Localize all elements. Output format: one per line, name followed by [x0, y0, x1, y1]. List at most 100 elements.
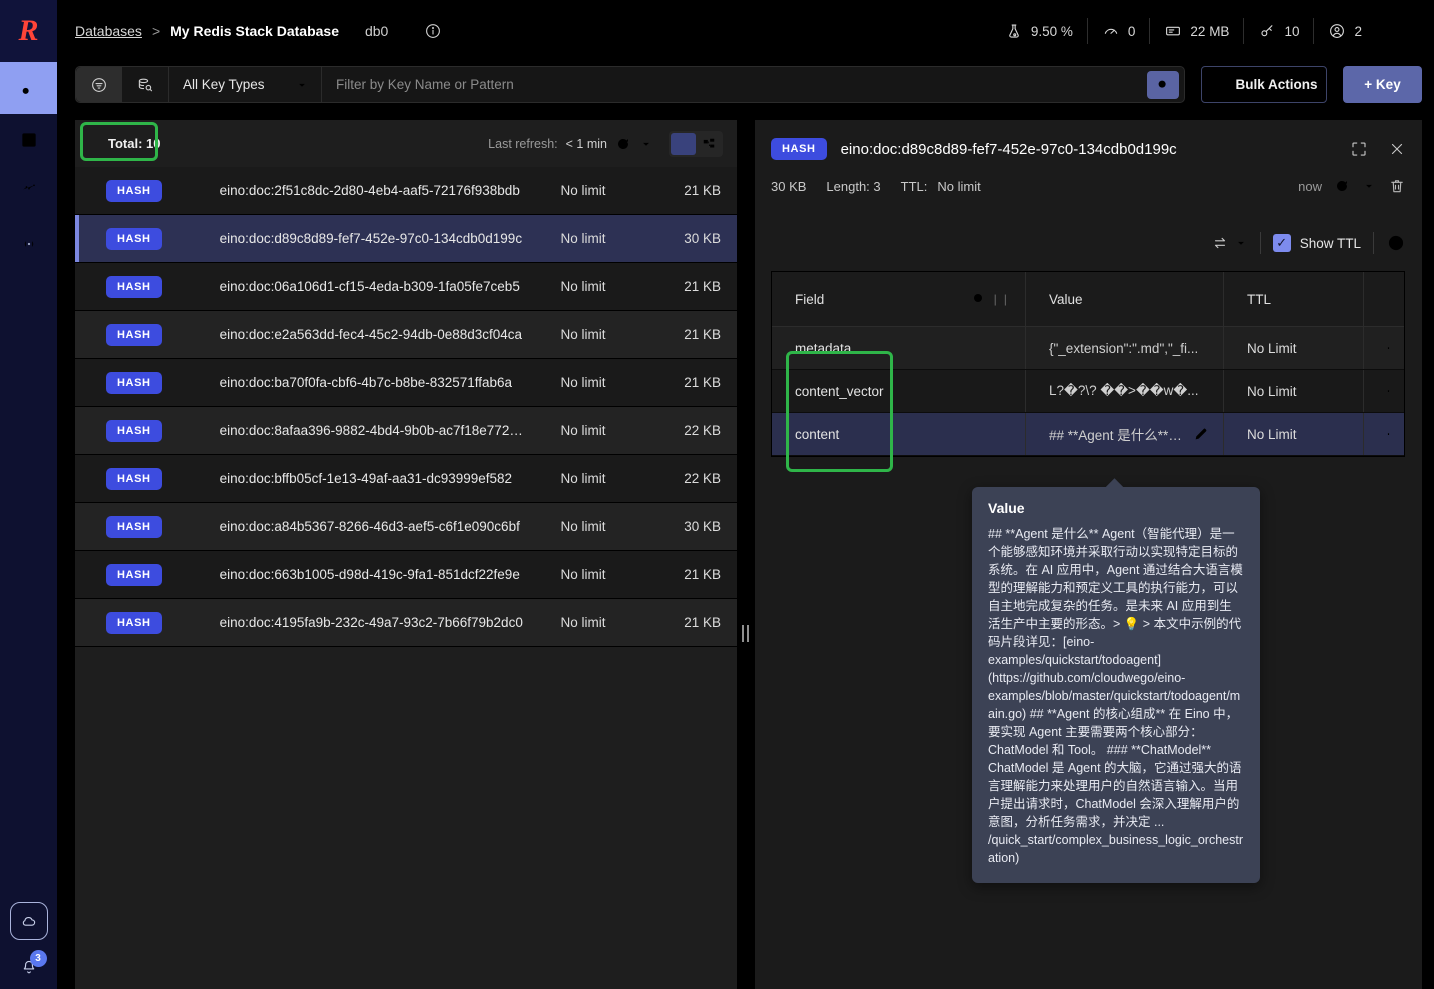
db-info-icon[interactable] [424, 22, 442, 40]
stat-commands: 0 [1102, 22, 1135, 40]
key-icon [22, 81, 35, 94]
refresh-keys-button[interactable] [615, 136, 631, 152]
panel-resize-handle[interactable] [742, 625, 749, 642]
hash-field-value[interactable]: ## **Agent 是什么** A... [1049, 424, 1185, 444]
trash-icon[interactable] [1387, 383, 1390, 399]
key-list-row[interactable]: HASH eino:doc:e2a563dd-fec4-45c2-94db-0e… [75, 311, 737, 359]
value-formatter-dropdown[interactable] [1211, 234, 1248, 252]
hash-field-name: content_vector [795, 383, 884, 399]
key-list-row[interactable]: HASH eino:doc:bffb05cf-1e13-49af-aa31-dc… [75, 455, 737, 503]
stat-connected-clients: 2 [1328, 22, 1362, 40]
search-by-values-button[interactable] [122, 67, 168, 102]
ttl-label: TTL: [900, 178, 928, 194]
key-size: 21 KB [684, 615, 721, 630]
memory-icon [1166, 26, 1181, 36]
key-filter-input[interactable] [336, 77, 1147, 92]
key-type-badge: HASH [106, 515, 162, 538]
list-view-button[interactable] [671, 132, 696, 155]
key-list-row[interactable]: HASH eino:doc:06a106d1-cf15-4eda-b309-1f… [75, 263, 737, 311]
key-list-panel: Total: 10 Last refresh: < 1 min HASH ein… [75, 120, 737, 989]
key-type-badge: HASH [106, 371, 162, 394]
refresh-details-button[interactable] [1334, 178, 1350, 194]
apply-filter-button[interactable] [1147, 70, 1179, 99]
key-name: eino:doc:8afaa396-9882-4bd4-9b0b-ac7f18e… [219, 423, 523, 438]
key-list-row[interactable]: HASH eino:doc:ba70f0fa-cbf6-4b7c-b8be-83… [75, 359, 737, 407]
chevron-down-icon [1237, 241, 1244, 245]
last-refresh-label: Last refresh: [488, 136, 558, 151]
hash-field-row[interactable]: metadata {"_extension":".md","_fi... No … [772, 327, 1404, 370]
hash-field-row-hovered[interactable]: content ## **Agent 是什么** A... No Limit [772, 413, 1404, 456]
key-name: eino:doc:06a106d1-cf15-4eda-b309-1fa05fe… [219, 279, 520, 294]
key-list-row[interactable]: HASH eino:doc:a84b5367-8266-46d3-aef5-c6… [75, 503, 737, 551]
key-ttl: No limit [560, 375, 606, 390]
delete-key-button[interactable] [1388, 177, 1406, 195]
key-list-row[interactable]: HASH eino:doc:4195fa9b-232c-49a7-93c2-7b… [75, 599, 737, 647]
db-index-label[interactable]: db0 [365, 23, 388, 39]
hash-field-value[interactable]: {"_extension":".md","_fi... [1049, 341, 1198, 356]
show-ttl-toggle[interactable]: ✓ Show TTL [1272, 234, 1361, 252]
key-name: eino:doc:663b1005-d98d-419c-9fa1-851dcf2… [219, 567, 520, 582]
ttl-value[interactable]: No limit [937, 179, 980, 194]
edit-value-button[interactable] [1193, 426, 1209, 442]
layers-icon [1213, 79, 1224, 90]
hash-field-ttl[interactable]: No Limit [1247, 384, 1297, 399]
key-ttl: No limit [560, 183, 606, 198]
key-filter-group: All Key Types [75, 66, 1185, 103]
bulk-actions-button[interactable]: Bulk Actions [1201, 66, 1327, 103]
sidebar: R 3 [0, 0, 57, 989]
sidebar-item-analytics[interactable] [0, 166, 57, 218]
key-name: eino:doc:4195fa9b-232c-49a7-93c2-7b66f79… [219, 615, 523, 630]
insights-button[interactable] [1398, 20, 1418, 43]
key-list-row[interactable]: HASH eino:doc:8afaa396-9882-4bd4-9b0b-ac… [75, 407, 737, 455]
cloud-icon [22, 916, 35, 926]
filter-mode-button[interactable] [76, 67, 122, 102]
chevron-down-icon [1366, 184, 1372, 188]
search-database-icon [138, 78, 153, 91]
sidebar-item-pubsub[interactable] [0, 218, 57, 270]
key-type-dropdown[interactable]: All Key Types [169, 67, 321, 102]
hash-field-value[interactable]: L?�?\? ��>��w�... [1049, 383, 1198, 399]
breadcrumb-databases-link[interactable]: Databases [75, 23, 142, 39]
sidebar-item-workbench[interactable] [0, 114, 57, 166]
redis-logo[interactable]: R [0, 0, 57, 62]
add-field-button[interactable] [1386, 233, 1406, 253]
details-refresh-time: now [1298, 178, 1322, 194]
refresh-settings-chevron[interactable] [639, 137, 653, 151]
search-icon [1158, 80, 1168, 90]
key-list-header: Total: 10 Last refresh: < 1 min [75, 120, 737, 167]
key-list-row-selected[interactable]: HASH eino:doc:d89c8d89-fef7-452e-97c0-13… [75, 215, 737, 263]
notifications-button[interactable]: 3 [20, 950, 47, 979]
last-refresh-value: < 1 min [565, 136, 607, 151]
trash-icon[interactable] [1387, 340, 1390, 356]
column-header-ttl: TTL [1247, 291, 1272, 307]
workbench-edit-icon [21, 133, 36, 147]
chevron-down-icon [643, 142, 649, 146]
breadcrumb-current-database: My Redis Stack Database [170, 23, 339, 39]
edit-db-alias-icon[interactable] [398, 23, 414, 39]
key-list-row[interactable]: HASH eino:doc:663b1005-d98d-419c-9fa1-85… [75, 551, 737, 599]
key-ttl: No limit [560, 519, 606, 534]
key-type-badge: HASH [106, 323, 162, 346]
key-name: eino:doc:e2a563dd-fec4-45c2-94db-0e88d3c… [219, 327, 523, 342]
close-icon[interactable] [1388, 140, 1406, 158]
refresh-details-chevron[interactable] [1362, 179, 1376, 193]
column-resize-handle[interactable]: ❘❘ [991, 293, 1011, 306]
key-list-row[interactable]: HASH eino:doc:2f51c8dc-2d80-4eb4-aaf5-72… [75, 167, 737, 215]
key-ttl: No limit [560, 327, 606, 342]
hash-field-ttl[interactable]: No Limit [1247, 341, 1297, 356]
search-fields-icon[interactable] [971, 291, 987, 307]
hash-field-row[interactable]: content_vector L?�?\? ��>��w�... No Limi… [772, 370, 1404, 413]
key-name: eino:doc:ba70f0fa-cbf6-4b7c-b8be-832571f… [219, 375, 513, 390]
show-ttl-checkbox[interactable]: ✓ [1272, 234, 1291, 252]
trash-icon[interactable] [1387, 426, 1390, 442]
cloud-button[interactable] [9, 902, 48, 940]
key-rows: HASH eino:doc:2f51c8dc-2d80-4eb4-aaf5-72… [75, 167, 737, 647]
sidebar-item-browser[interactable] [0, 62, 57, 114]
list-view-icon [678, 140, 689, 147]
hash-fields-table: Field ❘❘ Value TTL metadata {"_extension… [771, 271, 1405, 457]
fullscreen-icon[interactable] [1350, 140, 1368, 158]
breadcrumb: Databases > My Redis Stack Database [75, 23, 339, 39]
add-key-button[interactable]: + Key [1343, 66, 1422, 103]
tree-view-button[interactable] [696, 133, 721, 155]
hash-field-ttl[interactable]: No Limit [1247, 427, 1297, 442]
